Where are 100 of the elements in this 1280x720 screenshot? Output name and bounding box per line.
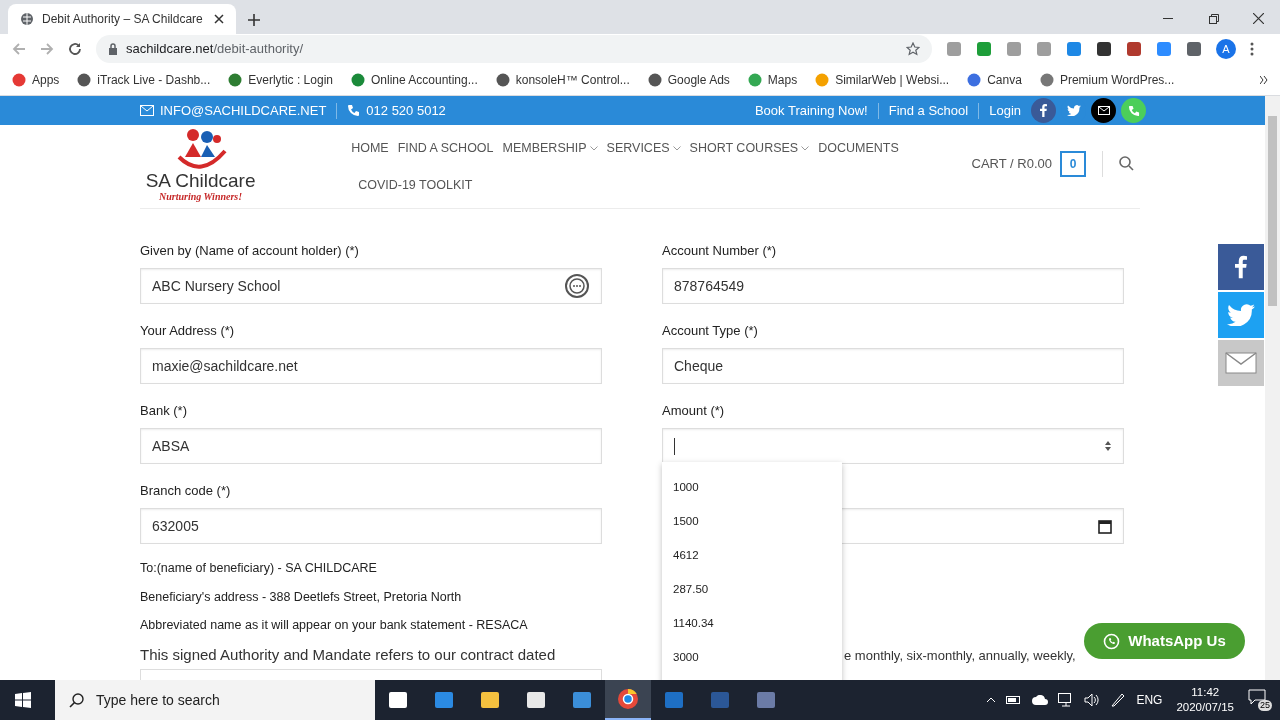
facebook-icon: [1040, 104, 1047, 117]
close-icon[interactable]: [214, 14, 224, 24]
note-text: To:(name of beneficiary) - SA CHILDCARE: [140, 560, 378, 577]
profile-avatar[interactable]: A: [1216, 39, 1236, 59]
bird-icon: [1066, 105, 1081, 116]
close-icon[interactable]: [1253, 13, 1264, 24]
notification-button[interactable]: 25: [1248, 689, 1272, 711]
clock-time[interactable]: 11:42: [1191, 685, 1220, 700]
maximize-icon[interactable]: [1209, 14, 1219, 24]
logo-tagline: Nurturing Winners!: [159, 191, 243, 203]
list-option[interactable]: 287.50: [662, 573, 842, 607]
pen-icon[interactable]: [1110, 692, 1127, 708]
facebook-share-button[interactable]: [1218, 244, 1264, 290]
twitter-share-button[interactable]: [1218, 292, 1264, 338]
whatsapp-icon: [1103, 632, 1121, 650]
bookmark-label: SimilarWeb | Websi...: [835, 71, 950, 89]
search-icon[interactable]: [1119, 156, 1134, 171]
input-field[interactable]: maxie@sachildcare.net: [140, 348, 602, 384]
bookmark-label: Everlytic : Login: [248, 71, 333, 89]
language-indicator[interactable]: ENG: [1136, 691, 1163, 709]
extension-icon[interactable]: [1186, 41, 1202, 57]
url-text: sachildcare.net/debit-authority/: [126, 40, 305, 59]
email-button[interactable]: [1091, 98, 1116, 123]
input-field[interactable]: 878764549: [662, 268, 1124, 304]
more-icon[interactable]: [1250, 42, 1254, 56]
notification-count: 25: [1258, 700, 1272, 711]
extension-icon[interactable]: [1126, 41, 1142, 57]
field-value: 632005: [152, 516, 200, 536]
tab-title: Debit Authority – SA Childcare: [42, 11, 204, 28]
list-option[interactable]: 1140.34: [662, 607, 842, 641]
nav-item[interactable]: SHORT COURSES: [689, 139, 810, 157]
nav-item[interactable]: SERVICES: [606, 139, 681, 157]
list-option[interactable]: 4612: [662, 539, 842, 573]
top-link[interactable]: Login: [989, 100, 1021, 121]
cart-count[interactable]: 0: [1060, 150, 1086, 177]
field-label: Bank (*): [140, 403, 188, 420]
speaker-icon[interactable]: [1084, 693, 1101, 707]
bookmark-item[interactable]: iTrack Live - Dashb...: [77, 70, 211, 89]
field-label: Given by (Name of account holder) (*): [140, 243, 360, 260]
input-field[interactable]: 632005: [140, 508, 602, 544]
top-link[interactable]: Find a School: [888, 100, 969, 121]
search-placeholder: Type here to search: [96, 690, 220, 710]
nav-item[interactable]: HOME: [351, 139, 389, 157]
phone-link[interactable]: 012 520 5012: [366, 100, 446, 121]
windows-icon[interactable]: [15, 692, 31, 708]
field-value: 878764549: [674, 276, 746, 296]
facebook-icon: [1235, 255, 1247, 279]
facebook-button[interactable]: [1031, 98, 1056, 123]
bookmark-item[interactable]: Everlytic : Login: [228, 70, 333, 89]
chevron-icon[interactable]: [1260, 75, 1268, 84]
extension-icon[interactable]: [1096, 41, 1112, 57]
chat-icon[interactable]: [564, 273, 590, 299]
globe-icon: [20, 12, 34, 26]
nav-item[interactable]: DOCUMENTS: [818, 139, 899, 157]
input-field[interactable]: ABSA: [140, 428, 602, 464]
star-icon[interactable]: [906, 42, 920, 56]
field-label: Your Address (*): [140, 323, 236, 340]
bookmark-item[interactable]: Premium WordPres...: [1039, 70, 1175, 89]
bookmark-label: Google Ads: [667, 71, 730, 89]
new-tab-icon[interactable]: [248, 14, 260, 26]
bookmark-item[interactable]: Apps: [12, 70, 60, 89]
input-field[interactable]: ABC Nursery School: [140, 268, 602, 304]
search-field[interactable]: Type here to search: [55, 680, 375, 720]
logo-title: SA Childcare: [145, 171, 256, 191]
chevron-up-icon[interactable]: [986, 697, 997, 703]
email-link[interactable]: INFO@SACHILDCARE.NET: [160, 100, 327, 121]
spinner-icon[interactable]: [1104, 440, 1112, 452]
bookmark-item[interactable]: Maps: [747, 70, 798, 89]
scrollbar[interactable]: [1265, 96, 1280, 680]
field-value: ABC Nursery School: [152, 276, 282, 296]
browser-tab[interactable]: Debit Authority – SA Childcare: [8, 4, 236, 34]
calendar-icon[interactable]: [1098, 518, 1112, 534]
number-field[interactable]: [662, 428, 1124, 464]
phone-button[interactable]: [1121, 98, 1146, 123]
nav-item[interactable]: COVID-19 TOOLKIT: [358, 176, 972, 194]
bookmark-item[interactable]: Canva: [967, 70, 1022, 89]
field-value: Cheque: [674, 356, 725, 376]
bookmark-item[interactable]: Online Accounting...: [351, 70, 478, 89]
top-link[interactable]: Book Training Now!: [754, 100, 868, 121]
bookmark-item[interactable]: Google Ads: [647, 70, 730, 89]
list-option[interactable]: 1000: [662, 471, 842, 505]
reload-icon[interactable]: [68, 42, 82, 56]
bird-icon: [1227, 304, 1255, 326]
bookmark-item[interactable]: konsoleH™ Control...: [495, 70, 630, 89]
battery-icon[interactable]: [1006, 695, 1023, 705]
phone-icon: [1127, 104, 1140, 117]
cart-link[interactable]: CART / R0.00: [971, 153, 1052, 174]
address-field[interactable]: sachildcare.net/debit-authority/: [96, 35, 932, 63]
phone-icon: [347, 104, 361, 117]
minimize-icon[interactable]: [1163, 18, 1173, 20]
clock-date[interactable]: 2020/07/15: [1176, 700, 1234, 715]
cloud-icon[interactable]: [1032, 695, 1049, 705]
nav-item[interactable]: FIND A SCHOOL: [397, 139, 494, 157]
input-field[interactable]: Cheque: [662, 348, 1124, 384]
note-text: Beneficiary's address - 388 Deetlefs Street, Pretoria North: [140, 588, 463, 606]
field-value: maxie@sachildcare.net: [152, 356, 299, 376]
list-option[interactable]: 1500: [662, 505, 842, 539]
list-option[interactable]: 3000: [662, 641, 842, 675]
bookmark-item[interactable]: SimilarWeb | Websi...: [815, 70, 950, 89]
nav-item[interactable]: MEMBERSHIP: [502, 139, 598, 157]
